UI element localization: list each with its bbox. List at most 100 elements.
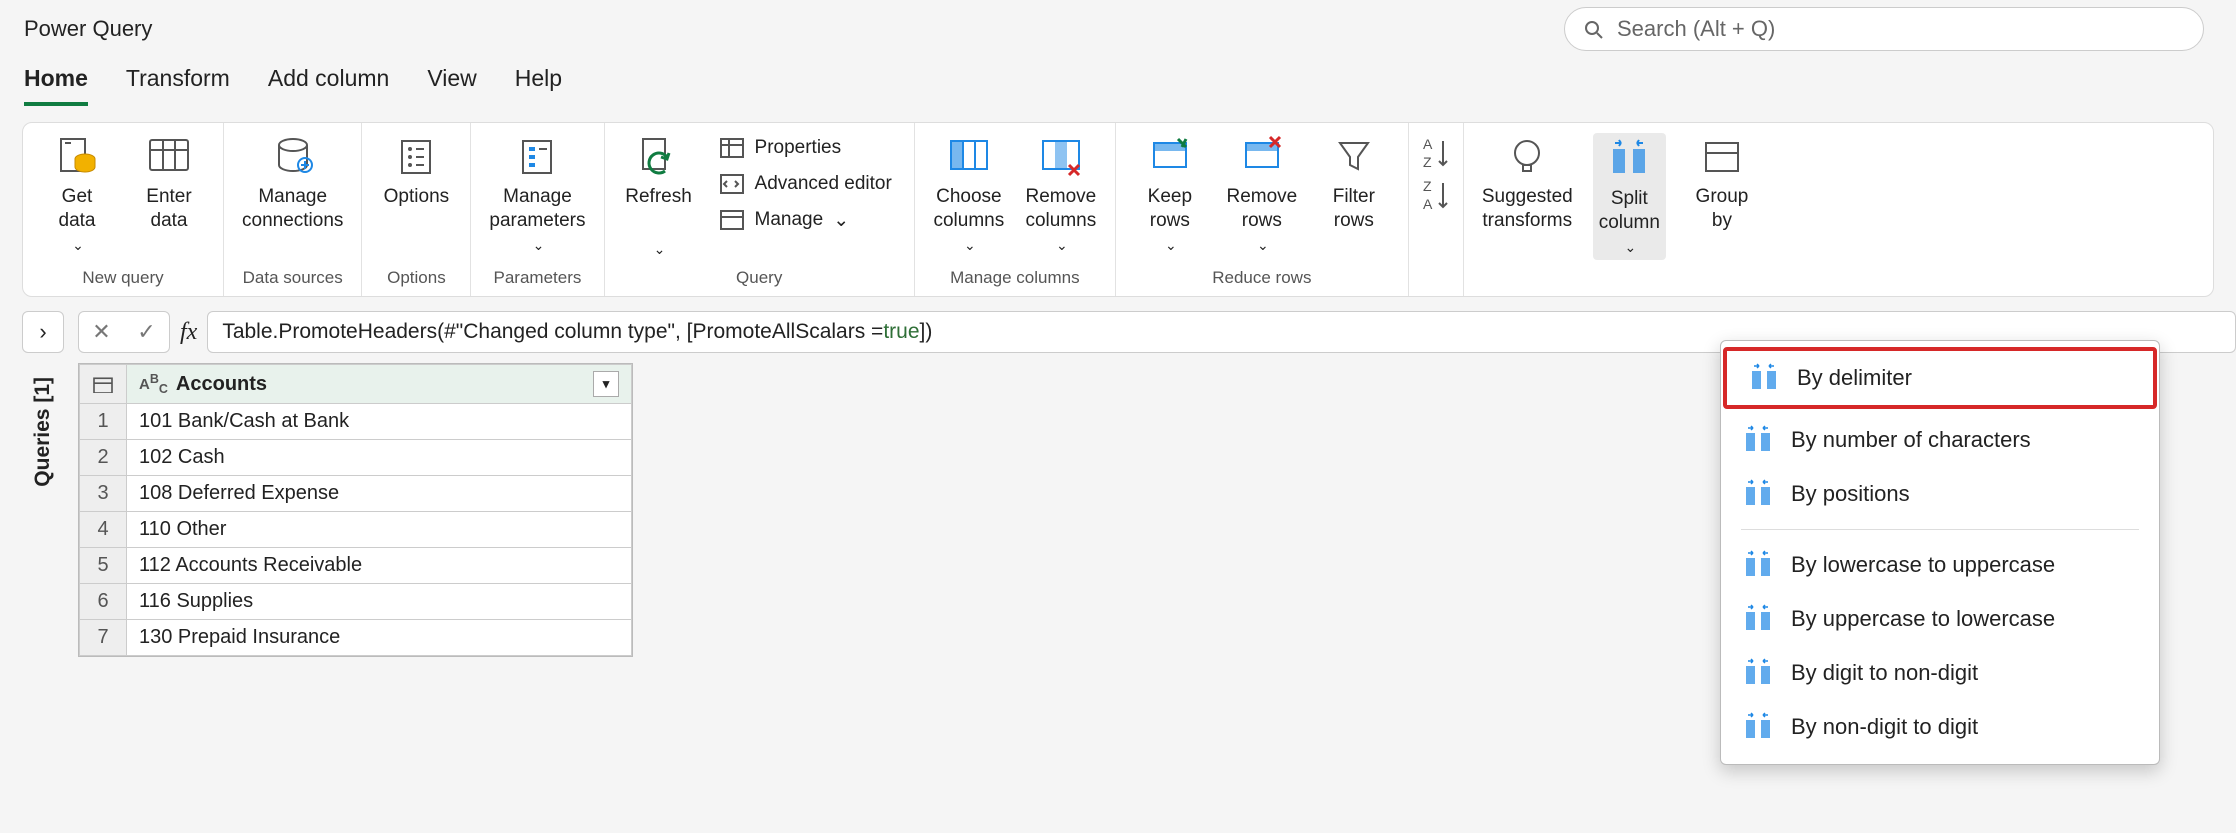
- menu-upper-to-lower[interactable]: By uppercase to lowercase: [1721, 592, 2159, 646]
- options-icon: [394, 135, 438, 179]
- remove-columns-button[interactable]: Remove columns⌄: [1025, 133, 1097, 254]
- group-label-data-sources: Data sources: [242, 264, 343, 288]
- table-row[interactable]: 7130 Prepaid Insurance: [80, 620, 632, 656]
- suggested-transforms-button[interactable]: Suggested transforms: [1482, 133, 1573, 233]
- menu-separator: [1741, 529, 2139, 530]
- group-by-button[interactable]: Group by: [1686, 133, 1758, 233]
- row-number[interactable]: 5: [80, 548, 127, 584]
- options-button[interactable]: Options: [380, 133, 452, 209]
- column-header-accounts[interactable]: ABC Accounts ▾: [127, 365, 632, 404]
- manage-parameters-label: Manage parameters: [489, 185, 585, 233]
- menu-by-positions-label: By positions: [1791, 481, 1910, 507]
- ribbon-group-sort: [1409, 123, 1464, 296]
- table-row[interactable]: 5112 Accounts Receivable: [80, 548, 632, 584]
- ribbon-group-data-sources: Manage connections Data sources: [224, 123, 362, 296]
- tab-transform[interactable]: Transform: [126, 65, 230, 106]
- row-number[interactable]: 3: [80, 476, 127, 512]
- split-icon: [1743, 658, 1773, 688]
- queries-pane-toggle[interactable]: ›: [22, 311, 64, 353]
- split-column-button[interactable]: Split column⌄: [1593, 133, 1666, 260]
- row-number[interactable]: 4: [80, 512, 127, 548]
- cell-accounts[interactable]: 112 Accounts Receivable: [127, 548, 632, 584]
- cell-accounts[interactable]: 101 Bank/Cash at Bank: [127, 404, 632, 440]
- table-row[interactable]: 2102 Cash: [80, 440, 632, 476]
- ribbon-group-reduce-rows: Keep rows⌄ Remove rows⌄ Filter rows Redu…: [1116, 123, 1409, 296]
- formula-text-suffix: ]): [920, 320, 933, 344]
- search-placeholder: Search (Alt + Q): [1617, 16, 1775, 42]
- ribbon-group-query: Refresh⌄ Properties Advanced editor Mana…: [605, 123, 915, 296]
- split-icon: [1743, 550, 1773, 580]
- fx-icon[interactable]: fx: [180, 319, 197, 346]
- menu-non-to-digit-label: By non-digit to digit: [1791, 714, 1978, 740]
- search-box[interactable]: Search (Alt + Q): [1564, 7, 2204, 51]
- manage-parameters-icon: [515, 135, 559, 179]
- cell-accounts[interactable]: 116 Supplies: [127, 584, 632, 620]
- sort-asc-icon[interactable]: [1419, 133, 1453, 167]
- properties-button[interactable]: Properties: [715, 133, 896, 163]
- manage-icon: [719, 207, 745, 233]
- menu-digit-to-non[interactable]: By digit to non-digit: [1721, 646, 2159, 700]
- group-label-options: Options: [380, 264, 452, 288]
- row-number[interactable]: 1: [80, 404, 127, 440]
- table-row[interactable]: 6116 Supplies: [80, 584, 632, 620]
- remove-columns-label: Remove columns: [1025, 185, 1096, 233]
- menu-non-to-digit[interactable]: By non-digit to digit: [1721, 700, 2159, 754]
- cell-accounts[interactable]: 102 Cash: [127, 440, 632, 476]
- filter-rows-label: Filter rows: [1333, 185, 1375, 233]
- table-row[interactable]: 3108 Deferred Expense: [80, 476, 632, 512]
- cell-accounts[interactable]: 130 Prepaid Insurance: [127, 620, 632, 656]
- advanced-editor-icon: [719, 171, 745, 197]
- row-number-header[interactable]: [80, 365, 127, 404]
- tab-home[interactable]: Home: [24, 65, 88, 106]
- table-row[interactable]: 4110 Other: [80, 512, 632, 548]
- keep-rows-button[interactable]: Keep rows⌄: [1134, 133, 1206, 254]
- menu-by-num-chars[interactable]: By number of characters: [1721, 413, 2159, 467]
- sort-desc-icon[interactable]: [1419, 175, 1453, 209]
- tab-view[interactable]: View: [427, 65, 476, 106]
- data-grid: ABC Accounts ▾ 1101 Bank/Cash at Bank210…: [78, 363, 633, 657]
- manage-parameters-button[interactable]: Manage parameters⌄: [489, 133, 585, 254]
- cancel-formula-icon[interactable]: ✕: [92, 319, 110, 345]
- split-column-menu: By delimiter By number of characters By …: [1720, 340, 2160, 765]
- remove-columns-icon: [1039, 135, 1083, 179]
- row-number[interactable]: 2: [80, 440, 127, 476]
- split-icon: [1743, 425, 1773, 455]
- row-number[interactable]: 6: [80, 584, 127, 620]
- advanced-editor-button[interactable]: Advanced editor: [715, 169, 896, 199]
- manage-button[interactable]: Manage ⌄: [715, 205, 896, 235]
- ribbon-group-new-query: Get data⌄ Enter data New query: [23, 123, 224, 296]
- cell-accounts[interactable]: 110 Other: [127, 512, 632, 548]
- group-by-icon: [1700, 135, 1744, 179]
- menu-upper-to-lower-label: By uppercase to lowercase: [1791, 606, 2055, 632]
- split-icon: [1743, 479, 1773, 509]
- menu-by-positions[interactable]: By positions: [1721, 467, 2159, 521]
- filter-rows-button[interactable]: Filter rows: [1318, 133, 1390, 233]
- manage-connections-button[interactable]: Manage connections: [242, 133, 343, 233]
- tab-help[interactable]: Help: [515, 65, 562, 106]
- column-filter-dropdown[interactable]: ▾: [593, 371, 619, 397]
- group-label-transform: [1482, 284, 1758, 288]
- tab-add-column[interactable]: Add column: [268, 65, 389, 106]
- row-number[interactable]: 7: [80, 620, 127, 656]
- enter-data-button[interactable]: Enter data: [133, 133, 205, 233]
- queries-pane-label[interactable]: Queries [1]: [27, 363, 59, 501]
- accept-formula-icon[interactable]: ✓: [137, 319, 155, 345]
- menu-lower-to-upper[interactable]: By lowercase to uppercase: [1721, 538, 2159, 592]
- menu-digit-to-non-label: By digit to non-digit: [1791, 660, 1978, 686]
- get-data-button[interactable]: Get data⌄: [41, 133, 113, 254]
- menu-by-delimiter[interactable]: By delimiter: [1727, 351, 2153, 405]
- refresh-button[interactable]: Refresh⌄: [623, 133, 695, 258]
- remove-rows-icon: [1240, 135, 1284, 179]
- choose-columns-button[interactable]: Choose columns⌄: [933, 133, 1005, 254]
- filter-rows-icon: [1332, 135, 1376, 179]
- split-column-icon: [1607, 137, 1651, 181]
- table-row[interactable]: 1101 Bank/Cash at Bank: [80, 404, 632, 440]
- remove-rows-button[interactable]: Remove rows⌄: [1226, 133, 1298, 254]
- formula-controls: ✕ ✓: [78, 311, 170, 353]
- search-icon: [1583, 19, 1603, 39]
- remove-rows-label: Remove rows: [1226, 185, 1297, 233]
- keep-rows-label: Keep rows: [1148, 185, 1192, 233]
- menu-by-num-chars-label: By number of characters: [1791, 427, 2031, 453]
- cell-accounts[interactable]: 108 Deferred Expense: [127, 476, 632, 512]
- formula-true-keyword: true: [883, 320, 919, 344]
